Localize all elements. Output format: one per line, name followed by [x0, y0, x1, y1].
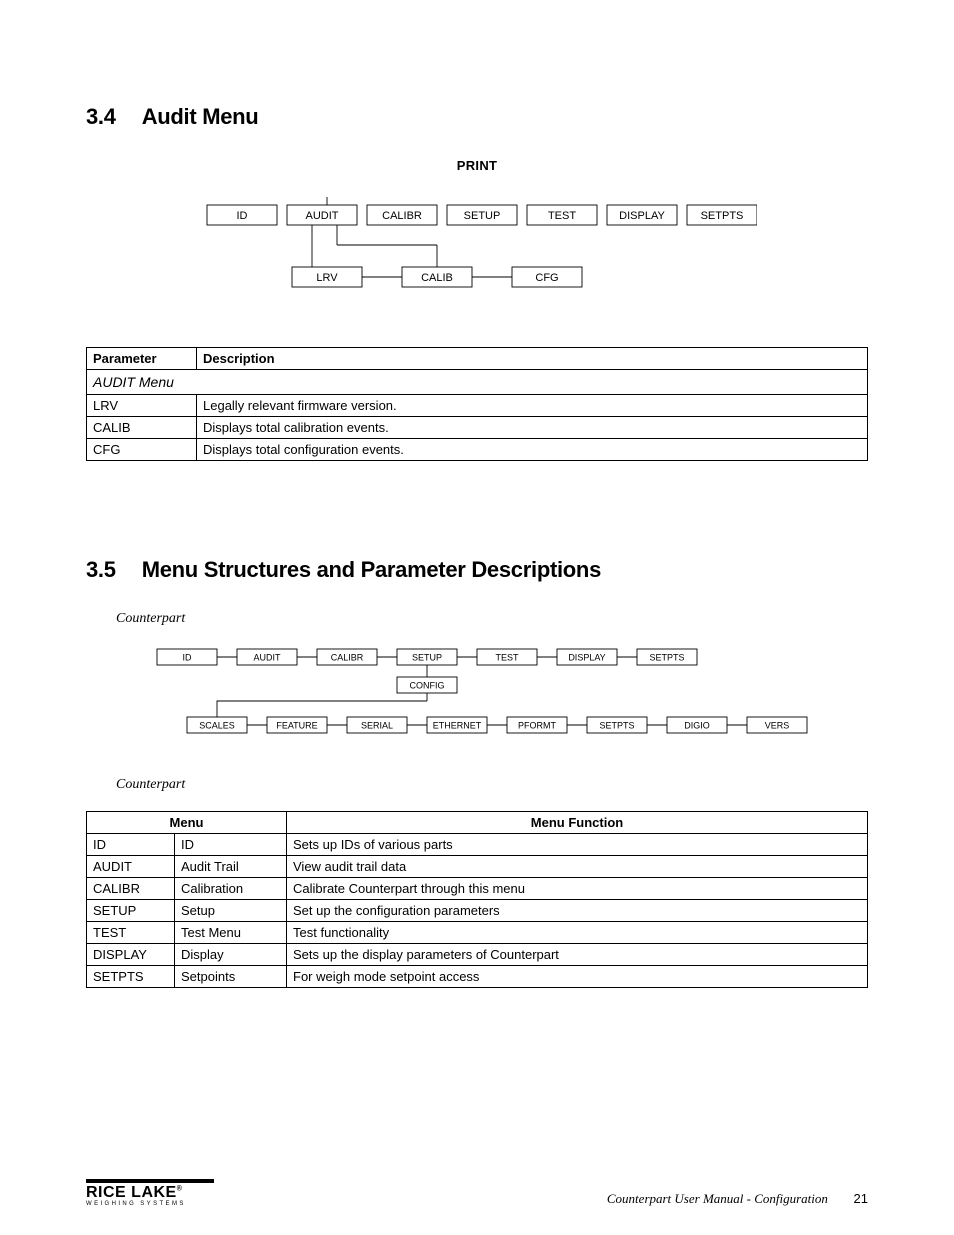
- menu-name-cell: Test Menu: [175, 922, 287, 944]
- section-number: 3.4: [86, 104, 116, 129]
- menu-func-cell: Calibrate Counterpart through this menu: [287, 878, 868, 900]
- fig1-top-4: TEST: [548, 210, 576, 222]
- table2-h0: Menu: [87, 812, 287, 834]
- fig1-top-6: SETPTS: [701, 210, 744, 222]
- menu-name-cell: Setup: [175, 900, 287, 922]
- fig2-top-3: SETUP: [412, 652, 442, 662]
- menu-name-cell: Audit Trail: [175, 856, 287, 878]
- footer-doc-title: Counterpart User Manual - Configuration: [607, 1191, 828, 1206]
- footer-right: Counterpart User Manual - Configuration …: [607, 1191, 868, 1207]
- figure-menu-structure: ID AUDIT CALIBR SETUP TEST DISPLAY SETPT…: [86, 645, 868, 741]
- fig1-top-2: CALIBR: [382, 210, 422, 222]
- fig1-child-0: LRV: [316, 272, 338, 284]
- fig2-subtitle: Counterpart: [116, 777, 868, 793]
- menu-code-cell: SETUP: [87, 900, 175, 922]
- table-row: CFGDisplays total configuration events.: [87, 439, 868, 461]
- fig2-top-5: DISPLAY: [568, 652, 605, 662]
- menu-code-cell: AUDIT: [87, 856, 175, 878]
- desc-cell: Displays total configuration events.: [197, 439, 868, 461]
- menu-name-cell: Calibration: [175, 878, 287, 900]
- menu-func-cell: Test functionality: [287, 922, 868, 944]
- desc-cell: Displays total calibration events.: [197, 417, 868, 439]
- table1-caption: AUDIT Menu: [87, 370, 868, 395]
- table-row: SETUPSetupSet up the configuration param…: [87, 900, 868, 922]
- table-row: IDIDSets up IDs of various parts: [87, 834, 868, 856]
- table-row: CALIBDisplays total calibration events.: [87, 417, 868, 439]
- menu-name-cell: Setpoints: [175, 966, 287, 988]
- fig2-bot-0: SCALES: [199, 720, 235, 730]
- fig2-top-0: ID: [183, 652, 193, 662]
- fig2-bot-6: DIGIO: [684, 720, 710, 730]
- audit-menu-table: AUDIT Menu Parameter Description LRVLega…: [86, 347, 868, 461]
- section-title: Audit Menu: [142, 104, 259, 129]
- fig1-child-2: CFG: [535, 272, 558, 284]
- table-row: DISPLAYDisplaySets up the display parame…: [87, 944, 868, 966]
- table-row: SETPTSSetpointsFor weigh mode setpoint a…: [87, 966, 868, 988]
- fig2-top-4: TEST: [495, 652, 519, 662]
- table-row: TESTTest MenuTest functionality: [87, 922, 868, 944]
- fig1-top-5: DISPLAY: [619, 210, 665, 222]
- table-row: CALIBRCalibrationCalibrate Counterpart t…: [87, 878, 868, 900]
- table-row: LRVLegally relevant firmware version.: [87, 395, 868, 417]
- fig2-bot-3: ETHERNET: [433, 720, 482, 730]
- menu-code-cell: TEST: [87, 922, 175, 944]
- menu-code-cell: DISPLAY: [87, 944, 175, 966]
- heading-3-5: 3.5 Menu Structures and Parameter Descrip…: [86, 557, 868, 583]
- menu-func-cell: For weigh mode setpoint access: [287, 966, 868, 988]
- param-cell: CALIB: [87, 417, 197, 439]
- menu-code-cell: SETPTS: [87, 966, 175, 988]
- print-root-label: PRINT: [86, 158, 868, 173]
- table1-h1: Description: [197, 348, 868, 370]
- fig2-top-6: SETPTS: [649, 652, 684, 662]
- menu-func-cell: Sets up IDs of various parts: [287, 834, 868, 856]
- param-cell: CFG: [87, 439, 197, 461]
- menu-code-cell: CALIBR: [87, 878, 175, 900]
- section-title: Menu Structures and Parameter Descriptio…: [142, 557, 601, 582]
- figure-audit-hierarchy: PRINT ID AUDIT CALIBR SETUP TEST DISPLAY: [86, 158, 868, 307]
- param-cell: LRV: [87, 395, 197, 417]
- menu-name-cell: Display: [175, 944, 287, 966]
- menu-summary-table: Menu Menu Function IDIDSets up IDs of va…: [86, 811, 868, 988]
- menu-func-cell: Sets up the display parameters of Counte…: [287, 944, 868, 966]
- fig2-bot-7: VERS: [765, 720, 790, 730]
- table2-h1: Menu Function: [287, 812, 868, 834]
- fig2-top-2: CALIBR: [331, 652, 364, 662]
- table-row: AUDITAudit TrailView audit trail data: [87, 856, 868, 878]
- menu-func-cell: View audit trail data: [287, 856, 868, 878]
- section-number: 3.5: [86, 557, 116, 582]
- heading-3-4: 3.4 Audit Menu: [86, 104, 868, 130]
- section35-subtitle: Counterpart: [116, 611, 868, 627]
- menu-name-cell: ID: [175, 834, 287, 856]
- fig2-bot-1: FEATURE: [276, 720, 317, 730]
- fig1-top-0: ID: [237, 210, 248, 222]
- menu-func-cell: Set up the configuration parameters: [287, 900, 868, 922]
- fig2-mid: CONFIG: [410, 680, 445, 690]
- desc-cell: Legally relevant firmware version.: [197, 395, 868, 417]
- fig1-child-1: CALIB: [421, 272, 453, 284]
- page-footer: RICE LAKE® WEIGHING SYSTEMS Counterpart …: [86, 1179, 868, 1207]
- page-number: 21: [854, 1191, 868, 1206]
- table1-h0: Parameter: [87, 348, 197, 370]
- fig1-top-1: AUDIT: [306, 210, 339, 222]
- fig2-bot-4: PFORMT: [518, 720, 556, 730]
- menu-code-cell: ID: [87, 834, 175, 856]
- fig2-top-1: AUDIT: [254, 652, 282, 662]
- fig2-bot-2: SERIAL: [361, 720, 393, 730]
- fig1-top-3: SETUP: [464, 210, 501, 222]
- fig2-bot-5: SETPTS: [599, 720, 634, 730]
- brand-logo: RICE LAKE® WEIGHING SYSTEMS: [86, 1179, 214, 1207]
